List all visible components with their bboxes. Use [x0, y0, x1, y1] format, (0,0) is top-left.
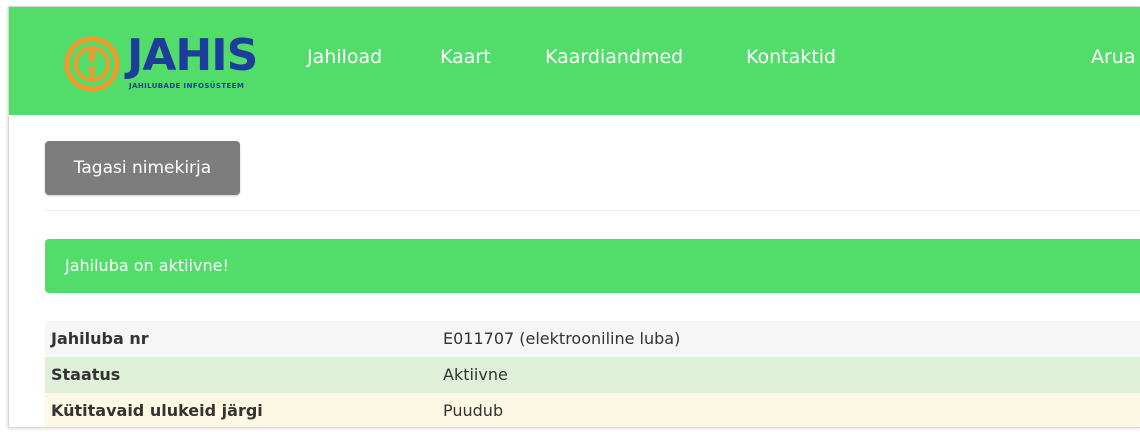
status-alert-text: Jahiluba on aktiivne! — [65, 256, 229, 275]
section-divider — [45, 210, 1140, 211]
row-label: Staatus — [51, 365, 121, 384]
row-value: Aktiivne — [443, 365, 508, 384]
jahis-logo-icon — [64, 36, 120, 92]
row-label: Jahiluba nr — [51, 329, 149, 348]
table-row: Jahiluba nr E011707 (elektrooniline luba… — [45, 321, 1140, 357]
back-to-list-button[interactable]: Tagasi nimekirja — [45, 141, 240, 195]
row-value: E011707 (elektrooniline luba) — [443, 329, 681, 348]
nav-aruanded[interactable]: Arua — [1091, 44, 1136, 70]
status-alert: Jahiluba on aktiivne! — [45, 239, 1140, 293]
nav-jahiload[interactable]: Jahiload — [307, 44, 382, 70]
logo-subtitle: JAHILUBADE INFOSÜSTEEM — [129, 82, 245, 90]
browser-viewport: JAHIS JAHILUBADE INFOSÜSTEEM Jahiload Ka… — [8, 6, 1140, 428]
nav-kaart[interactable]: Kaart — [440, 44, 491, 70]
logo-title: JAHIS — [127, 30, 258, 81]
nav-kaardiandmed[interactable]: Kaardiandmed — [545, 44, 683, 70]
row-value: Puudub — [443, 401, 504, 420]
jahis-logo[interactable]: JAHIS JAHILUBADE INFOSÜSTEEM — [63, 31, 283, 95]
license-details-table: Jahiluba nr E011707 (elektrooniline luba… — [45, 321, 1140, 427]
row-label: Kütitavaid ulukeid järgi — [51, 401, 263, 420]
table-row: Staatus Aktiivne — [45, 357, 1140, 393]
nav-kontaktid[interactable]: Kontaktid — [746, 44, 836, 70]
table-row: Kütitavaid ulukeid järgi Puudub — [45, 393, 1140, 427]
top-navbar: JAHIS JAHILUBADE INFOSÜSTEEM Jahiload Ka… — [9, 7, 1140, 115]
